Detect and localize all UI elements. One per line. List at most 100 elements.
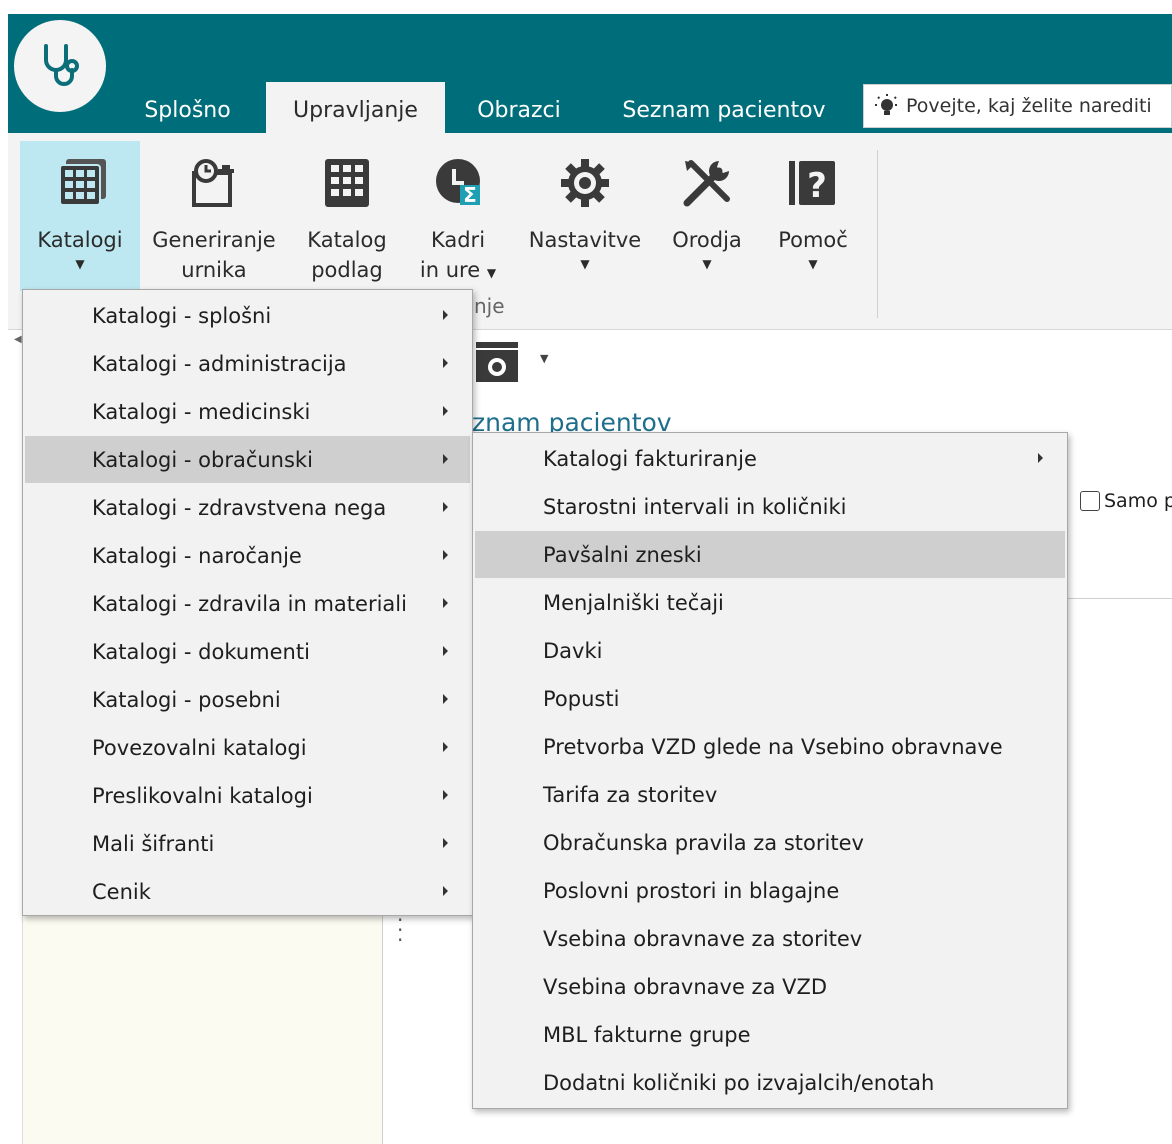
chevron-down-icon: ▼ [580, 257, 590, 271]
main-menu-item[interactable]: Katalogi - administracija [25, 340, 470, 387]
main-menu-item-label: Katalogi - naročanje [92, 543, 302, 568]
sub-menu-item-label: Obračunska pravila za storitev [543, 830, 864, 855]
submenu-arrow-icon [443, 646, 448, 656]
katalog-podlag-line2: podlag [311, 258, 383, 282]
tab-seznam-pacientov[interactable]: Seznam pacientov [600, 82, 848, 133]
submenu-arrow-icon [443, 838, 448, 848]
main-menu-item-label: Mali šifranti [92, 831, 215, 856]
checkbox-label: Samo p [1104, 490, 1172, 512]
gear-icon [561, 159, 609, 207]
submenu-arrow-icon [443, 406, 448, 416]
main-menu-item-label: Katalogi - dokumenti [92, 639, 310, 664]
nastavitve-button[interactable]: Nastavitve ▼ [523, 141, 647, 291]
main-menu-item[interactable]: Cenik [25, 868, 470, 915]
sub-menu-item-label: Starostni intervali in količniki [543, 494, 847, 519]
samo-checkbox[interactable]: Samo p [1080, 490, 1172, 512]
staff-sum-icon: Σ [436, 159, 480, 207]
catalog-grid-icon [59, 159, 106, 206]
collapse-caret-icon[interactable]: ◀ [14, 334, 22, 345]
submenu-arrow-icon [443, 550, 448, 560]
tab-upravljanje[interactable]: Upravljanje [266, 82, 445, 133]
pomoc-button[interactable]: ? Pomoč ▼ [765, 141, 861, 291]
sub-menu-item[interactable]: Dodatni količniki po izvajalcih/enotah [475, 1059, 1065, 1106]
sub-menu-item-label: Tarifa za storitev [543, 782, 718, 807]
app-logo[interactable] [14, 20, 106, 112]
main-menu-item[interactable]: Katalogi - medicinski [25, 388, 470, 435]
camera-icon[interactable] [474, 338, 522, 386]
sub-menu-item[interactable]: Davki [475, 627, 1065, 674]
main-menu-item[interactable]: Katalogi - obračunski [25, 436, 470, 483]
sub-menu-item[interactable]: Pavšalni zneski [475, 531, 1065, 578]
sub-menu-item[interactable]: Katalogi fakturiranje [475, 435, 1065, 482]
sub-menu-item-label: Vsebina obravnave za storitev [543, 926, 863, 951]
sub-menu-item-label: Vsebina obravnave za VZD [543, 974, 828, 999]
sub-menu-item[interactable]: Menjalniški tečaji [475, 579, 1065, 626]
sub-menu-item-label: Pavšalni zneski [543, 542, 702, 567]
chevron-down-icon: ▼ [702, 257, 712, 271]
main-menu-item-label: Preslikovalni katalogi [92, 783, 313, 808]
sub-menu-item-label: Menjalniški tečaji [543, 590, 724, 615]
main-menu-item[interactable]: Katalogi - zdravila in materiali [25, 580, 470, 627]
svg-text:?: ? [807, 166, 827, 206]
generiranje-urnika-button[interactable]: Generiranje urnika [148, 141, 280, 291]
sub-menu-item[interactable]: MBL fakturne grupe [475, 1011, 1065, 1058]
submenu-arrow-icon [443, 454, 448, 464]
generiranje-line1: Generiranje [152, 228, 276, 252]
splitter-handle[interactable]: · · · [397, 910, 403, 950]
main-menu-item[interactable]: Preslikovalni katalogi [25, 772, 470, 819]
main-menu-item[interactable]: Katalogi - naročanje [25, 532, 470, 579]
katalogi-label: Katalogi [37, 228, 123, 252]
main-menu-item-label: Katalogi - zdravstvena nega [92, 495, 387, 520]
kadri-in-ure-button[interactable]: Σ Kadri in ure ▼ [412, 141, 504, 291]
sub-menu-item-label: Pretvorba VZD glede na Vsebino obravnave [543, 734, 1003, 759]
main-menu-item[interactable]: Katalogi - dokumenti [25, 628, 470, 675]
main-menu-item-label: Katalogi - medicinski [92, 399, 311, 424]
katalog-podlag-line1: Katalog [307, 228, 387, 252]
main-menu-item[interactable]: Mali šifranti [25, 820, 470, 867]
sub-menu-item[interactable]: Vsebina obravnave za storitev [475, 915, 1065, 962]
submenu-arrow-icon [443, 790, 448, 800]
submenu-arrow-icon [443, 502, 448, 512]
main-menu-item[interactable]: Katalogi - posebni [25, 676, 470, 723]
main-menu-item-label: Povezovalni katalogi [92, 735, 307, 760]
tell-me-text: Povejte, kaj želite narediti [906, 95, 1152, 117]
main-menu-item[interactable]: Katalogi - zdravstvena nega [25, 484, 470, 531]
divider [1066, 598, 1172, 599]
chevron-down-icon: ▼ [75, 257, 85, 271]
camera-dropdown-icon[interactable]: ▼ [540, 352, 548, 365]
chevron-down-icon: ▼ [808, 257, 818, 271]
sub-menu-item-label: Poslovni prostori in blagajne [543, 878, 840, 903]
sub-menu-item[interactable]: Poslovni prostori in blagajne [475, 867, 1065, 914]
pomoc-label: Pomoč [778, 228, 848, 252]
chevron-down-icon: ▼ [486, 266, 497, 280]
tools-icon [683, 160, 730, 207]
tab-obrazci[interactable]: Obrazci [458, 82, 580, 133]
katalogi-button[interactable]: Katalogi ▼ [20, 141, 140, 291]
main-menu-item[interactable]: Povezovalni katalogi [25, 724, 470, 771]
katalogi-menu: Katalogi - splošni Katalogi - administrac… [22, 289, 473, 916]
sub-menu-item[interactable]: Starostni intervali in količniki [475, 483, 1065, 530]
orodja-button[interactable]: Orodja ▼ [663, 141, 751, 291]
tab-splosno[interactable]: Splošno [124, 82, 251, 133]
sub-menu-item[interactable]: Popusti [475, 675, 1065, 722]
checkbox-box[interactable] [1080, 491, 1100, 511]
orodja-label: Orodja [672, 228, 742, 252]
sub-menu-item[interactable]: Vsebina obravnave za VZD [475, 963, 1065, 1010]
katalog-podlag-button[interactable]: Katalog podlag [293, 141, 401, 291]
main-menu-item-label: Katalogi - obračunski [92, 447, 313, 472]
tell-me-search[interactable]: Povejte, kaj želite narediti [863, 84, 1172, 128]
kadri-line1: Kadri [430, 228, 486, 252]
nastavitve-label: Nastavitve [528, 228, 642, 252]
sub-menu-item-label: Popusti [543, 686, 620, 711]
submenu-arrow-icon [443, 358, 448, 368]
lightbulb-icon [875, 94, 899, 115]
sub-menu-item-label: Davki [543, 638, 603, 663]
sub-menu-item[interactable]: Obračunska pravila za storitev [475, 819, 1065, 866]
main-menu-item-label: Cenik [92, 879, 151, 904]
sub-menu-item-label: Katalogi fakturiranje [543, 446, 757, 471]
main-menu-item-label: Katalogi - administracija [92, 351, 347, 376]
sub-menu-item[interactable]: Pretvorba VZD glede na Vsebino obravnave [475, 723, 1065, 770]
sub-menu-item-label: MBL fakturne grupe [543, 1022, 751, 1047]
main-menu-item[interactable]: Katalogi - splošni [25, 292, 470, 339]
sub-menu-item[interactable]: Tarifa za storitev [475, 771, 1065, 818]
